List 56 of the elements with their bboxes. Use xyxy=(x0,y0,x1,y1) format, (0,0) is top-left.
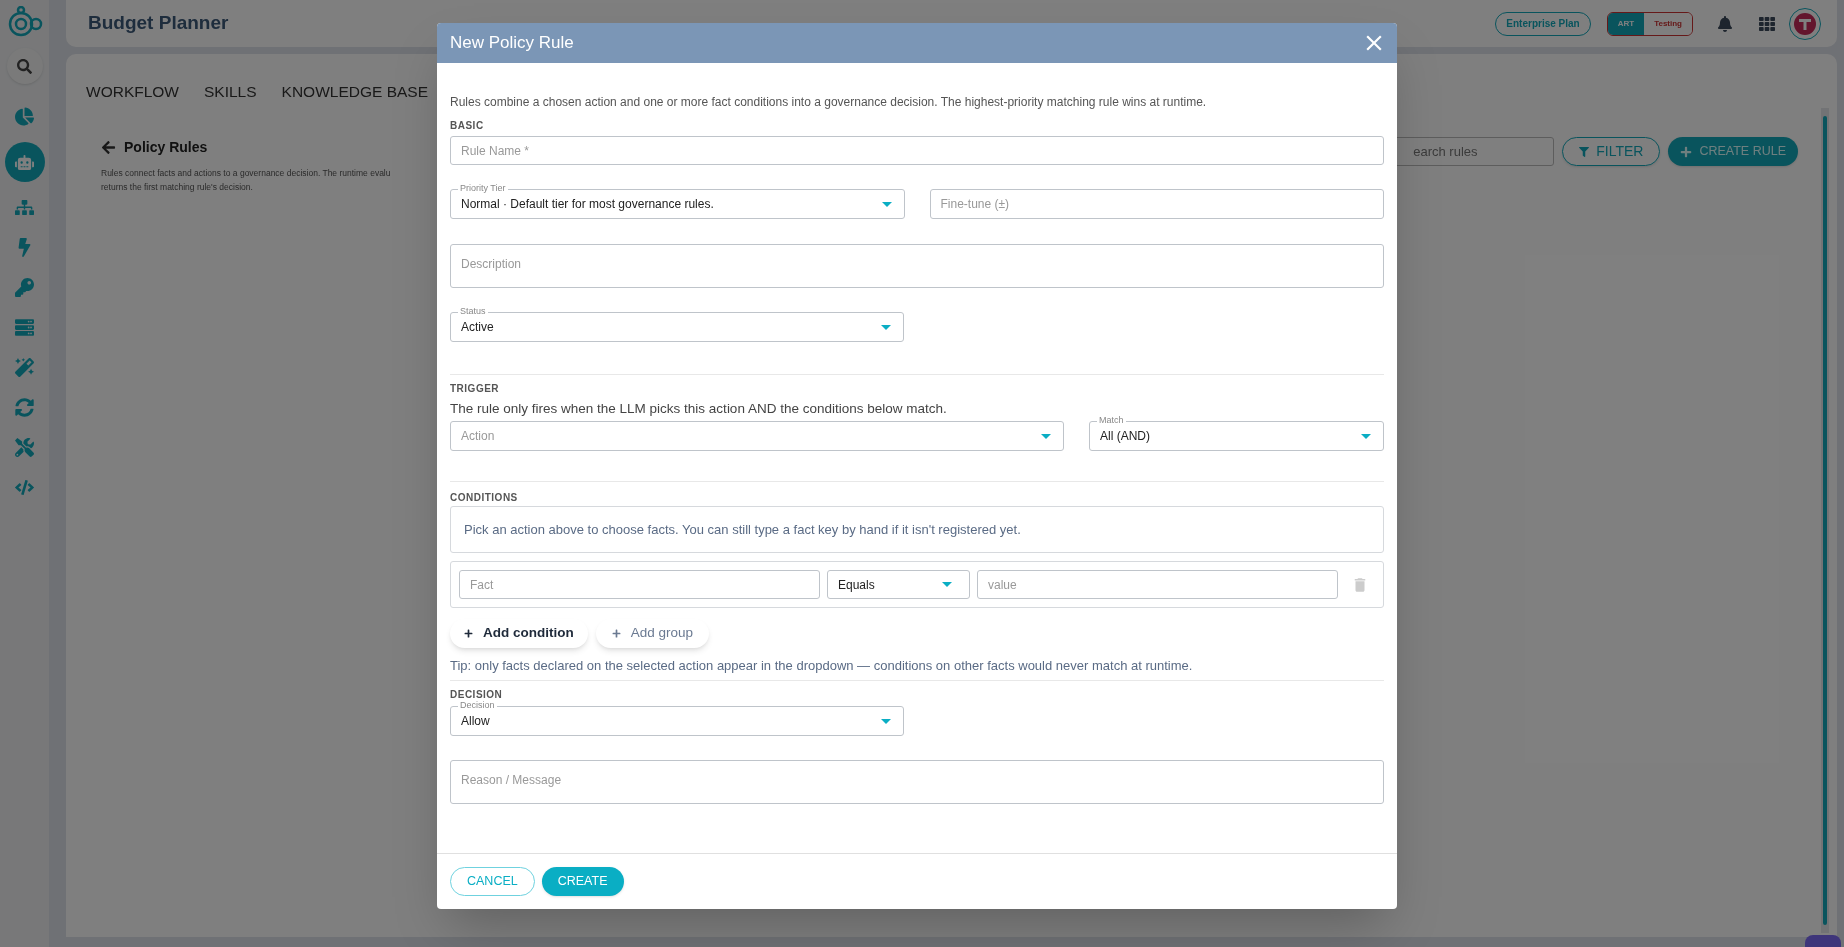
caret-icon xyxy=(942,582,952,587)
app-title: Budget Planner xyxy=(88,11,229,36)
nav-tab[interactable]: SKILLS xyxy=(204,78,257,106)
section-heading: DECISION xyxy=(450,689,503,701)
magic-wand-icon xyxy=(15,358,34,377)
robot-icon xyxy=(15,152,34,172)
caret-icon xyxy=(881,718,891,724)
caret-icon xyxy=(1361,433,1371,439)
nav-tab[interactable]: KNOWLEDGE BASE xyxy=(281,78,428,106)
value-field[interactable]: value xyxy=(977,570,1338,599)
section-heading: TRIGGER xyxy=(450,383,500,395)
add-group-button[interactable]: Add group xyxy=(595,619,710,648)
filter-icon xyxy=(1579,146,1590,157)
reason-field[interactable]: Reason / Message xyxy=(450,760,1384,804)
dialog-intro: Rules combine a chosen action and one or more fact conditions into a governance decision. The highest-priority matching rule wins at runtime. xyxy=(450,94,1207,110)
caret-icon xyxy=(1041,433,1051,439)
logo-icon xyxy=(6,6,43,38)
tools-icon xyxy=(15,438,34,457)
search-icon xyxy=(17,58,32,74)
pie-chart-icon xyxy=(15,107,34,126)
add-condition-button[interactable]: Add condition xyxy=(450,619,588,648)
user-avatar[interactable] xyxy=(1789,7,1821,40)
rule-name-field[interactable]: Rule Name * xyxy=(450,136,1384,165)
page-description-line: returns the first matching rule's decision. xyxy=(101,181,253,195)
section-heading: BASIC xyxy=(450,120,484,132)
create-rule-button[interactable]: CREATE RULE xyxy=(1668,137,1798,167)
scrollbar[interactable] xyxy=(1821,108,1829,933)
section-heading: CONDITIONS xyxy=(450,492,518,504)
dialog-title: New Policy Rule xyxy=(450,32,575,55)
plus-icon xyxy=(611,629,621,638)
server-icon xyxy=(15,318,34,337)
sidebar-item[interactable] xyxy=(4,142,45,182)
notifications-icon[interactable] xyxy=(1717,15,1733,32)
caret-icon xyxy=(881,201,892,207)
conditions-tip: Tip: only facts declared on the selected action appear in the dropdown — conditions on other facts would never match at runtime. xyxy=(450,658,1193,674)
trigger-hint: The rule only fires when the LLM picks this action AND the conditions below match. xyxy=(450,401,947,417)
plus-icon xyxy=(1680,145,1693,158)
environment-option[interactable]: ART xyxy=(1607,12,1645,35)
code-icon xyxy=(15,478,34,497)
apps-grid-icon[interactable] xyxy=(1759,15,1775,32)
sitemap-icon xyxy=(15,198,34,217)
key-icon xyxy=(15,278,34,297)
back-arrow-icon[interactable] xyxy=(101,140,116,156)
page-title: Policy Rules xyxy=(124,138,208,158)
fine-tune-field[interactable]: Fine-tune (±) xyxy=(929,189,1384,219)
plus-icon xyxy=(464,629,473,638)
operator-select[interactable]: Equals xyxy=(827,570,970,599)
nav-tab[interactable]: WORKFLOW xyxy=(86,78,179,106)
caret-icon xyxy=(881,324,891,330)
conditions-info: Pick an action above to choose facts. You can still type a fact key by hand if it isn't registered yet. xyxy=(464,520,1021,539)
search-button[interactable] xyxy=(6,48,43,84)
page-description-line: Rules connect facts and actions to a governance decision. The runtime evalu xyxy=(101,167,391,181)
create-button[interactable]: CREATE xyxy=(541,867,624,896)
sync-icon xyxy=(15,398,34,417)
fact-field[interactable]: Fact xyxy=(459,570,820,599)
description-field[interactable]: Description xyxy=(450,244,1384,288)
